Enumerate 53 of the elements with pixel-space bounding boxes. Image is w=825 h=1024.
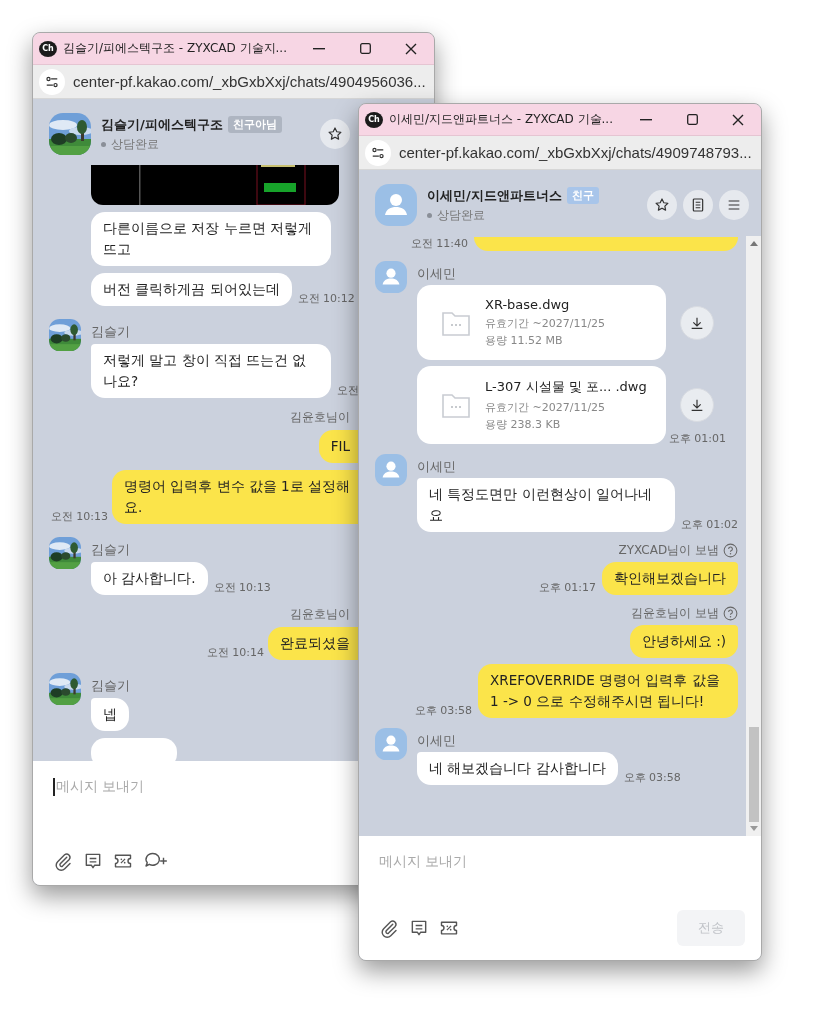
friend-badge: 친구아님 bbox=[227, 116, 282, 133]
message-bubble: 확인해보겠습니다 bbox=[602, 562, 738, 595]
message-time: 오전 10:12 bbox=[297, 291, 355, 306]
file-expiry: 유효기간 ~2027/11/25 bbox=[485, 316, 606, 331]
message-input[interactable]: 메시지 보내기 bbox=[53, 777, 145, 797]
friend-badge: 친구 bbox=[566, 187, 599, 204]
sender-note: ZYXCAD님이 보냄 bbox=[618, 542, 719, 559]
app-logo: Ch bbox=[39, 40, 57, 57]
message-time: 오전 bbox=[337, 383, 359, 398]
message-time: 오전 10:13 bbox=[50, 509, 108, 524]
message-bubble: 버전 클릭하게끔 되어있는데 bbox=[91, 273, 292, 306]
file-expiry: 유효기간 ~2027/11/25 bbox=[485, 400, 607, 415]
file-size: 용량 11.52 MB bbox=[485, 333, 564, 348]
sender-name: 김슬기 bbox=[91, 541, 130, 559]
message-bubble: 넵 bbox=[91, 698, 129, 731]
window-title: 김슬기/피에스텍구조 - ZYXCAD 기술지... bbox=[63, 40, 287, 57]
message-bubble: XREFOVERRIDE 명령어 입력후 값을 1 -> 0 으로 수정해주시면 됩니다! bbox=[478, 664, 738, 718]
file-card[interactable]: L-307 시설물 및 포... .dwg 유효기간 ~2027/11/25 용량 238.3 KB bbox=[417, 366, 666, 444]
message-time: 오후 03:58 bbox=[414, 703, 472, 718]
message-time: 오전 10:14 bbox=[206, 645, 264, 660]
file-name: XR-base.dwg bbox=[485, 297, 571, 312]
message-bubble: 아 감사합니다. bbox=[91, 562, 208, 595]
address-text: center-pf.kakao.com/_xbGxbXxj/chats/4909748793... bbox=[399, 144, 752, 161]
consult-status: 상담완료 bbox=[111, 135, 159, 153]
address-text: center-pf.kakao.com/_xbGxbXxj/chats/4904956036... bbox=[73, 73, 426, 90]
file-size: 용량 238.3 KB bbox=[485, 417, 562, 432]
sender-name: 김슬기 bbox=[91, 677, 130, 695]
sender-name: 이세민 bbox=[417, 458, 456, 476]
sender-name: 이세민 bbox=[417, 265, 456, 283]
consult-status: 상담완료 bbox=[437, 206, 485, 224]
sender-note: 김윤호님이 bbox=[290, 606, 350, 623]
message-time: 오전 11:40 bbox=[410, 236, 468, 251]
message-input[interactable]: 메시지 보내기 bbox=[379, 852, 468, 872]
message-bubble: 저렇게 말고 창이 직접 뜨는건 없나요? bbox=[91, 344, 331, 398]
contact-name: 김슬기/피에스텍구조 bbox=[101, 115, 223, 134]
message-bubble: 안녕하세요 :) bbox=[629, 625, 738, 658]
sender-note: 김윤호님이 보냄 bbox=[631, 605, 719, 622]
message-time: 오전 10:13 bbox=[213, 580, 271, 595]
app-logo: Ch bbox=[365, 111, 383, 128]
contact-name: 이세민/지드앤파트너스 bbox=[427, 186, 562, 205]
message-time: 오후 01:17 bbox=[538, 580, 596, 595]
sender-note: 김윤호님이 bbox=[290, 409, 350, 426]
message-bubble: 네 해보겠습니다 감사합니다 bbox=[417, 752, 618, 785]
message-time: 오후 01:02 bbox=[680, 517, 738, 532]
sender-name: 이세민 bbox=[417, 732, 456, 750]
message-time: 오후 01:01 bbox=[668, 431, 726, 446]
message-bubble: 다른이름으로 저장 누르면 저렇게 뜨고 bbox=[91, 212, 331, 266]
sender-name: 김슬기 bbox=[91, 323, 130, 341]
file-name: L-307 시설물 및 포... .dwg bbox=[485, 378, 647, 396]
message-bubble: 네 특정도면만 이런현상이 일어나네요 bbox=[417, 478, 675, 532]
file-card[interactable]: XR-base.dwg 유효기간 ~2027/11/25 용량 11.52 MB bbox=[417, 285, 666, 360]
window-title: 이세민/지드앤파트너스 - ZYXCAD 기술... bbox=[389, 111, 613, 128]
message-time: 오후 03:58 bbox=[623, 770, 681, 785]
